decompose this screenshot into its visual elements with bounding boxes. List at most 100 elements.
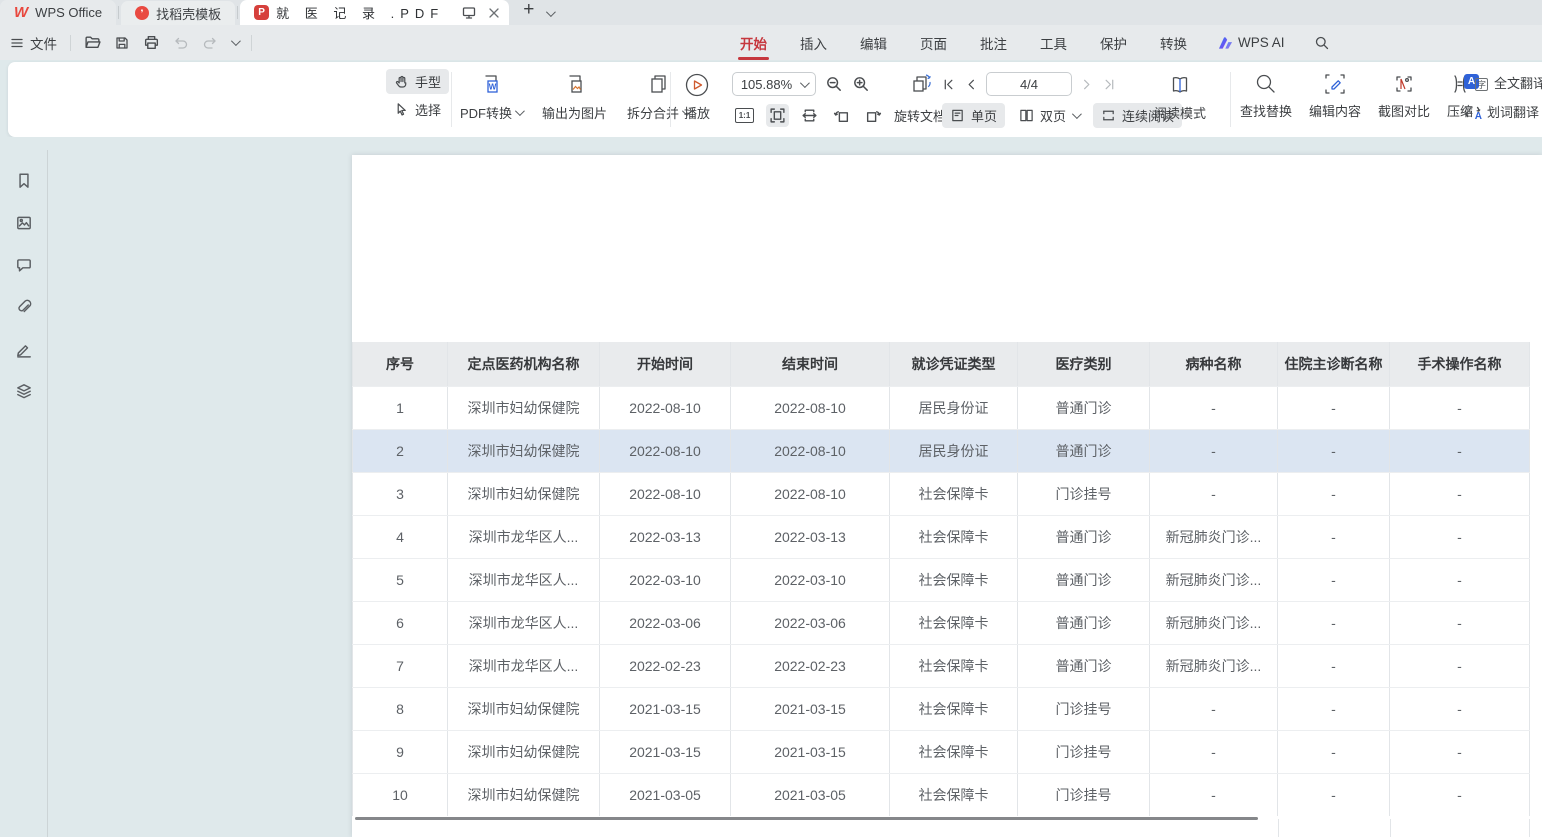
tab-list-chevron-icon[interactable] [546, 7, 556, 17]
document-title: 就 医 记 录 .PDF [276, 3, 444, 22]
ribbon-tab-protect[interactable]: 保护 [1098, 25, 1129, 61]
table-header-cell: 开始时间 [600, 342, 731, 386]
table-cell: 6 [352, 602, 448, 644]
full-translate-button[interactable]: A字 全文翻译 [1460, 72, 1542, 93]
rotate-left-icon [833, 107, 850, 124]
table-cell: 新冠肺炎门诊... [1150, 602, 1278, 644]
page-number-input[interactable]: 4/4 [986, 72, 1072, 96]
wps-ai-button[interactable]: WPS AI [1218, 35, 1285, 50]
file-menu[interactable]: 文件 [10, 33, 57, 53]
horizontal-scrollbar[interactable] [355, 817, 1258, 820]
table-cell: 新冠肺炎门诊... [1150, 645, 1278, 687]
attachment-icon[interactable] [15, 298, 33, 316]
table-cell: - [1278, 731, 1390, 773]
single-page-button[interactable]: 单页 [942, 103, 1005, 128]
table-row[interactable]: 2深圳市妇幼保健院2022-08-102022-08-10居民身份证普通门诊--… [352, 429, 1530, 472]
table-cell: 7 [352, 645, 448, 687]
ribbon-tab-convert[interactable]: 转换 [1158, 25, 1189, 61]
find-replace-button[interactable]: 查找替换 [1240, 72, 1292, 120]
quick-access-chevron-icon[interactable] [231, 36, 241, 46]
layers-icon[interactable] [15, 382, 33, 400]
table-cell: 普通门诊 [1018, 387, 1150, 429]
double-page-button[interactable]: 双页 [1011, 103, 1087, 128]
table-row[interactable]: 3深圳市妇幼保健院2022-08-102022-08-10社会保障卡门诊挂号--… [352, 472, 1530, 515]
hand-label: 手型 [415, 72, 441, 91]
signature-pen-icon[interactable] [15, 340, 33, 358]
hand-icon [394, 74, 409, 89]
ribbon-tab-edit[interactable]: 编辑 [858, 25, 889, 61]
last-page-icon[interactable] [1101, 77, 1116, 92]
table-row[interactable]: 9深圳市妇幼保健院2021-03-152021-03-15社会保障卡门诊挂号--… [352, 730, 1530, 773]
table-cell: 2021-03-15 [731, 688, 890, 730]
thumbnail-icon[interactable] [15, 214, 33, 232]
table-cell: - [1390, 731, 1530, 773]
wps-logo-icon: W [14, 4, 28, 21]
table-cell: - [1390, 645, 1530, 687]
table-cell: 3 [352, 473, 448, 515]
ribbon-tab-insert[interactable]: 插入 [798, 25, 829, 61]
tab-document[interactable]: P 就 医 记 录 .PDF [240, 0, 509, 25]
zoom-out-icon[interactable] [825, 75, 843, 93]
divider [251, 35, 252, 51]
table-cell: 2021-03-05 [600, 774, 731, 816]
screenshot-compare-button[interactable]: 截图对比 [1378, 72, 1430, 120]
table-cell: - [1150, 774, 1278, 816]
table-cell: - [1150, 430, 1278, 472]
print-icon[interactable] [143, 34, 160, 51]
table-row[interactable]: 8深圳市妇幼保健院2021-03-152021-03-15社会保障卡门诊挂号--… [352, 687, 1530, 730]
word-translate-button[interactable]: 文A 划词翻译 [1460, 101, 1542, 122]
export-image-button[interactable]: 输出为图片 [542, 72, 607, 122]
table-row[interactable]: 6深圳市龙华区人...2022-03-062022-03-06社会保障卡普通门诊… [352, 601, 1530, 644]
next-page-icon[interactable] [1079, 77, 1094, 92]
save-icon[interactable] [114, 35, 130, 51]
fit-page-button[interactable] [766, 104, 789, 127]
actual-size-button[interactable]: 1:1 [732, 105, 757, 126]
zoom-level-select[interactable]: 105.88% [732, 72, 816, 96]
zoom-value: 105.88% [741, 77, 792, 92]
tab-template-store[interactable]: ❜ 找稻壳模板 [121, 1, 235, 25]
ribbon-tab-home[interactable]: 开始 [738, 25, 769, 61]
prev-page-icon[interactable] [964, 77, 979, 92]
rotate-pages-icon[interactable] [909, 73, 933, 95]
rotate-doc-button[interactable]: 旋转文档 [894, 106, 946, 125]
pdf-convert-button[interactable]: W PDF转换 [460, 72, 522, 122]
bookmark-icon[interactable] [15, 172, 33, 190]
rotate-left-button[interactable] [830, 104, 853, 127]
comment-icon[interactable] [15, 256, 33, 274]
table-cell: 2022-08-10 [600, 387, 731, 429]
svg-text:W: W [489, 83, 497, 92]
read-mode-button[interactable]: 阅读模式 [1154, 72, 1206, 122]
edit-content-button[interactable]: 编辑内容 [1309, 72, 1361, 120]
monitor-icon[interactable] [461, 5, 477, 21]
ribbon-tab-page[interactable]: 页面 [918, 25, 949, 61]
rotate-right-button[interactable] [862, 104, 885, 127]
table-row[interactable]: 4深圳市龙华区人...2022-03-132022-03-13社会保障卡普通门诊… [352, 515, 1530, 558]
redo-icon[interactable] [202, 35, 218, 51]
first-page-icon[interactable] [942, 77, 957, 92]
table-cell: - [1278, 430, 1390, 472]
close-icon[interactable] [487, 6, 501, 20]
hand-tool-button[interactable]: 手型 [386, 69, 449, 94]
ribbon-tab-tools[interactable]: 工具 [1038, 25, 1069, 61]
tab-wps-office[interactable]: W WPS Office [0, 0, 116, 25]
table-header-cell: 就诊凭证类型 [890, 342, 1018, 386]
ribbon-tab-comment[interactable]: 批注 [978, 25, 1009, 61]
table-row[interactable]: 1深圳市妇幼保健院2022-08-102022-08-10居民身份证普通门诊--… [352, 386, 1530, 429]
table-row[interactable]: 5深圳市龙华区人...2022-03-102022-03-10社会保障卡普通门诊… [352, 558, 1530, 601]
table-cell: 深圳市妇幼保健院 [448, 731, 600, 773]
select-tool-button[interactable]: 选择 [386, 97, 449, 122]
table-cell: 深圳市龙华区人... [448, 516, 600, 558]
new-tab-icon[interactable]: + [523, 0, 534, 25]
play-button[interactable]: 播放 [684, 72, 710, 122]
tab-separator [237, 6, 238, 19]
ribbon-search-icon[interactable] [1314, 35, 1330, 51]
undo-icon[interactable] [173, 35, 189, 51]
fit-width-button[interactable] [798, 104, 821, 127]
rotate-right-icon [865, 107, 882, 124]
table-row[interactable]: 7深圳市龙华区人...2022-02-232022-02-23社会保障卡普通门诊… [352, 644, 1530, 687]
split-merge-button[interactable]: 拆分合并 [627, 72, 689, 122]
open-folder-icon[interactable] [84, 34, 101, 51]
table-row[interactable]: 10深圳市妇幼保健院2021-03-052021-03-05社会保障卡门诊挂号-… [352, 773, 1530, 816]
zoom-in-icon[interactable] [852, 75, 870, 93]
menu-row: 文件 开始 插入 编辑 页面 批注 工具 保护 转换 WPS AI [0, 25, 1542, 60]
